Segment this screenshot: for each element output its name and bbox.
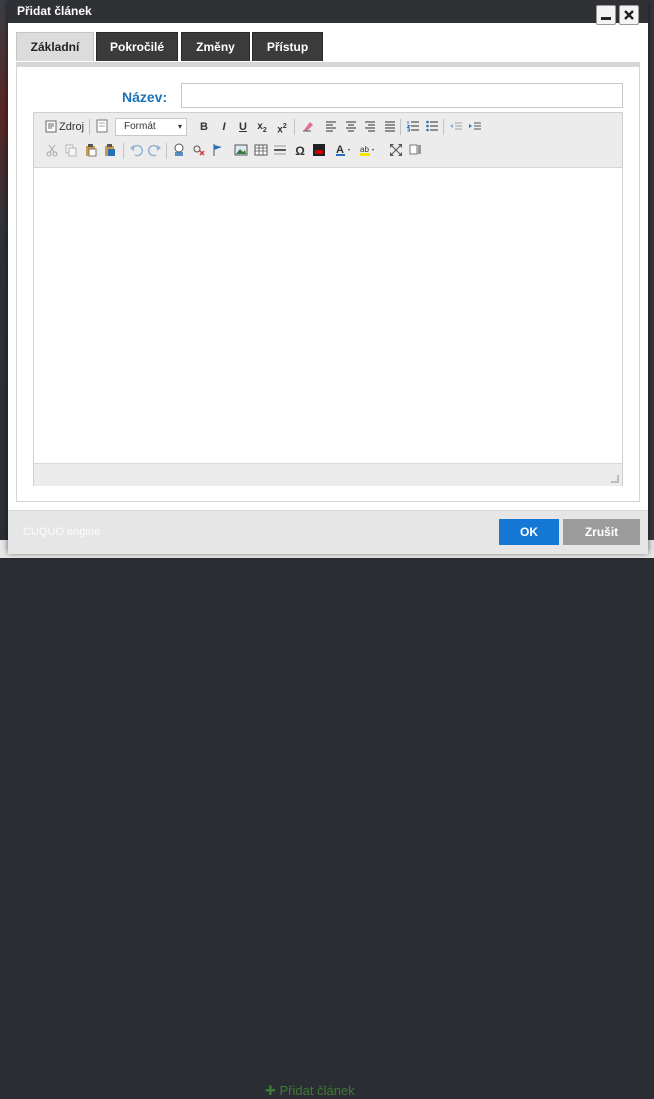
source-button-label[interactable]: Zdroj bbox=[59, 121, 84, 133]
copy-icon[interactable] bbox=[63, 143, 79, 159]
indent-icon[interactable] bbox=[467, 119, 483, 135]
table-icon[interactable] bbox=[253, 143, 269, 159]
unlink-icon[interactable] bbox=[191, 143, 207, 159]
editor-toolbar: Zdroj Formát ▾ B I U x2 x2 Ω A ab bbox=[34, 113, 622, 168]
panel-top-border bbox=[17, 63, 639, 67]
svg-text:ab: ab bbox=[360, 145, 369, 154]
dialog-footer: CUQUO engine OK Zrušit bbox=[8, 510, 648, 554]
show-blocks-icon[interactable] bbox=[408, 143, 424, 159]
close-button[interactable] bbox=[619, 5, 639, 25]
superscript-icon[interactable]: x2 bbox=[274, 119, 290, 135]
basic-panel: Název: Zdroj Formát ▾ B I U x2 x2 Ω A ab bbox=[16, 62, 640, 502]
special-char-icon[interactable]: Ω bbox=[292, 143, 308, 159]
text-color-icon[interactable]: A bbox=[335, 143, 353, 159]
dialog-titlebar[interactable]: Přidat článek bbox=[8, 0, 648, 25]
redo-icon[interactable] bbox=[147, 143, 163, 159]
align-center-icon[interactable] bbox=[343, 119, 359, 135]
align-left-icon[interactable] bbox=[323, 119, 339, 135]
add-article-dialog: Přidat článek Základní Pokročilé Změny P… bbox=[8, 0, 648, 554]
bg-color-icon[interactable]: ab bbox=[359, 143, 377, 159]
toolbar-separator bbox=[166, 143, 167, 159]
subscript-icon[interactable]: x2 bbox=[254, 119, 270, 135]
undo-icon[interactable] bbox=[128, 143, 144, 159]
bold-icon[interactable]: B bbox=[196, 119, 212, 135]
format-select[interactable]: Formát ▾ bbox=[115, 118, 187, 136]
cut-icon[interactable] bbox=[44, 143, 60, 159]
outdent-icon[interactable] bbox=[448, 119, 464, 135]
link-icon[interactable] bbox=[171, 143, 187, 159]
toolbar-separator bbox=[294, 119, 295, 135]
background-right bbox=[648, 0, 654, 558]
horizontal-line-icon[interactable] bbox=[272, 143, 288, 159]
editor-statusbar bbox=[34, 463, 622, 486]
tab-basic[interactable]: Základní bbox=[16, 32, 94, 61]
toolbar-separator bbox=[123, 143, 124, 159]
justify-icon[interactable] bbox=[382, 119, 398, 135]
source-icon[interactable] bbox=[44, 119, 60, 135]
dialog-title: Přidat článek bbox=[17, 4, 92, 18]
minimize-icon bbox=[601, 17, 611, 20]
italic-icon[interactable]: I bbox=[216, 119, 232, 135]
anchor-icon[interactable] bbox=[210, 143, 226, 159]
tab-access[interactable]: Přístup bbox=[252, 32, 323, 61]
toolbar-separator bbox=[89, 119, 90, 135]
remove-format-icon[interactable] bbox=[300, 119, 316, 135]
ok-button[interactable]: OK bbox=[499, 519, 559, 545]
youtube-icon[interactable] bbox=[311, 143, 327, 159]
numbered-list-icon[interactable] bbox=[405, 119, 421, 135]
name-label: Název: bbox=[122, 89, 168, 105]
cancel-button[interactable]: Zrušit bbox=[563, 519, 640, 545]
minimize-button[interactable] bbox=[596, 5, 616, 25]
tab-changes[interactable]: Změny bbox=[181, 32, 250, 61]
toolbar-separator bbox=[400, 119, 401, 135]
paste-icon[interactable] bbox=[83, 143, 99, 159]
close-icon bbox=[624, 10, 634, 20]
paste-text-icon[interactable] bbox=[102, 143, 118, 159]
align-right-icon[interactable] bbox=[362, 119, 378, 135]
resize-grip-icon[interactable] bbox=[611, 475, 619, 483]
image-icon[interactable] bbox=[233, 143, 249, 159]
background-add-article-link: ✚ Přidat článek bbox=[265, 1083, 355, 1098]
toolbar-separator bbox=[443, 119, 444, 135]
bulleted-list-icon[interactable] bbox=[424, 119, 440, 135]
rich-text-editor: Zdroj Formát ▾ B I U x2 x2 Ω A ab bbox=[33, 112, 623, 486]
engine-label: CUQUO engine bbox=[23, 526, 101, 538]
format-select-label: Formát bbox=[124, 121, 156, 132]
maximize-icon[interactable] bbox=[388, 143, 404, 159]
underline-icon[interactable]: U bbox=[235, 119, 251, 135]
tab-advanced[interactable]: Pokročilé bbox=[96, 32, 178, 61]
templates-icon[interactable] bbox=[94, 119, 110, 135]
name-input[interactable] bbox=[181, 83, 623, 108]
editor-content-area[interactable] bbox=[34, 168, 622, 464]
chevron-down-icon: ▾ bbox=[177, 122, 182, 131]
